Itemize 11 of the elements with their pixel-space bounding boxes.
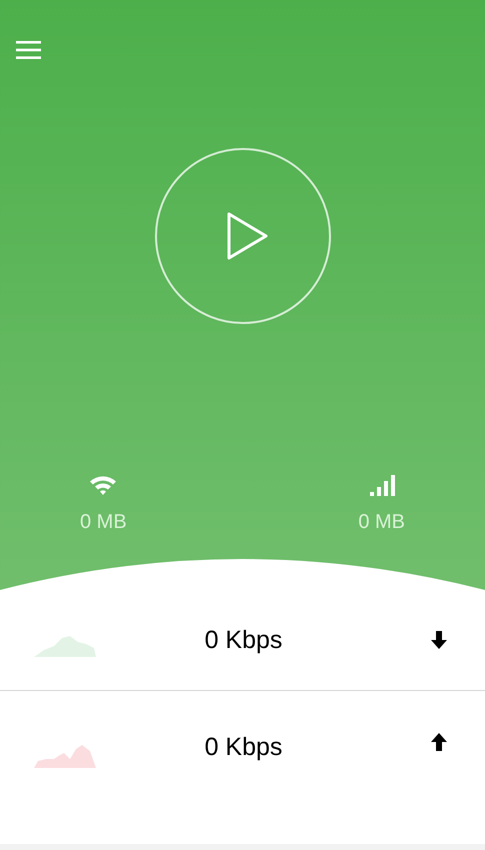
- menu-button[interactable]: [16, 41, 41, 59]
- signal-icon: [368, 475, 395, 497]
- speed-value: 0 Kbps: [204, 733, 284, 762]
- play-icon: [226, 212, 268, 260]
- speed-value: 0 Kbps: [204, 626, 284, 654]
- download-arrow-icon: [431, 631, 447, 649]
- play-button[interactable]: [154, 148, 330, 324]
- menu-icon: [16, 41, 41, 59]
- data-usage: 0 MB: [80, 511, 127, 534]
- upload-arrow-icon: [431, 733, 447, 751]
- data-usage: 0 MB: [358, 511, 405, 534]
